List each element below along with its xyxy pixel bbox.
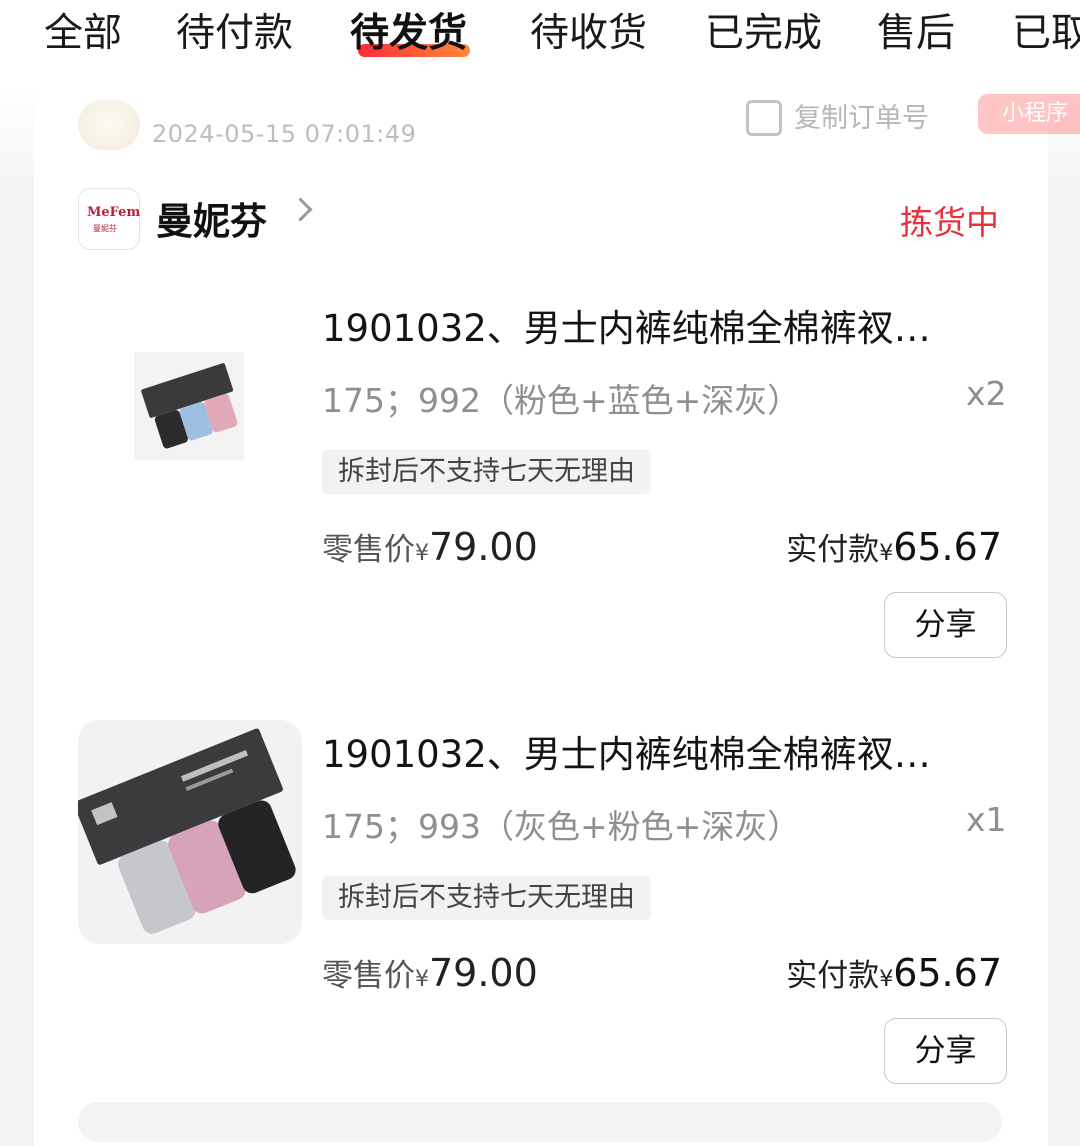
product-quantity: x2 bbox=[966, 374, 1007, 413]
shop-logo-text: MeFem bbox=[87, 205, 141, 220]
product-image[interactable] bbox=[78, 720, 302, 944]
currency-symbol: ¥ bbox=[879, 967, 894, 992]
order-meta-row: 2024-05-15 07:01:49 复制订单号 小程序 bbox=[78, 94, 1080, 154]
retail-price: 零售价¥79.00 bbox=[322, 524, 538, 569]
currency-symbol: ¥ bbox=[415, 541, 429, 566]
return-policy-tag: 拆封后不支持七天无理由 bbox=[322, 450, 651, 494]
currency-symbol: ¥ bbox=[879, 541, 894, 566]
product-spec: 175；992（粉色+蓝色+深灰） bbox=[322, 381, 801, 420]
order-status: 拣货中 bbox=[900, 203, 999, 242]
retail-price-label: 零售价 bbox=[322, 958, 415, 994]
tab-cancelled[interactable]: 已取 bbox=[1012, 8, 1080, 60]
tab-pending-shipment[interactable]: 待发货 bbox=[350, 8, 467, 60]
product-spec: 175；993（灰色+粉色+深灰） bbox=[322, 807, 801, 846]
product-image[interactable] bbox=[134, 352, 244, 460]
copy-order-number-button[interactable]: 复制订单号 bbox=[794, 96, 929, 135]
tab-completed[interactable]: 已完成 bbox=[705, 8, 822, 60]
paid-amount: 实付款¥65.67 bbox=[786, 950, 1002, 995]
retail-price: 零售价¥79.00 bbox=[322, 950, 538, 995]
shop-name-link[interactable]: 曼妮芬 bbox=[156, 191, 267, 245]
paid-amount-label: 实付款 bbox=[786, 958, 880, 994]
shop-logo-subtext: 曼妮芬 bbox=[93, 224, 117, 233]
buyer-avatar bbox=[78, 100, 140, 150]
tab-all[interactable]: 全部 bbox=[44, 8, 122, 60]
product-title[interactable]: 1901032、男士内裤纯棉全棉裤衩… bbox=[322, 724, 972, 778]
order-tabs: 全部 待付款 待发货 待收货 已完成 售后 已取 bbox=[0, 0, 1080, 86]
copy-icon bbox=[746, 100, 782, 136]
source-badge: 小程序 bbox=[978, 94, 1080, 134]
order-item[interactable]: 1901032、男士内裤纯棉全棉裤衩… 175；992（粉色+蓝色+深灰） x2… bbox=[0, 298, 1080, 698]
product-title[interactable]: 1901032、男士内裤纯棉全棉裤衩… bbox=[322, 298, 972, 352]
share-button[interactable]: 分享 bbox=[884, 1018, 1007, 1084]
return-policy-tag: 拆封后不支持七天无理由 bbox=[322, 876, 651, 920]
share-button[interactable]: 分享 bbox=[884, 592, 1007, 658]
retail-price-value: 79.00 bbox=[429, 951, 538, 995]
tab-pending-payment[interactable]: 待付款 bbox=[176, 8, 293, 60]
tab-after-sales[interactable]: 售后 bbox=[877, 8, 955, 60]
tab-pending-receipt[interactable]: 待收货 bbox=[530, 8, 647, 60]
paid-amount-label: 实付款 bbox=[786, 532, 880, 568]
retail-price-label: 零售价 bbox=[322, 532, 415, 568]
order-footer-bar bbox=[78, 1102, 1002, 1142]
order-item[interactable]: 1901032、男士内裤纯棉全棉裤衩… 175；993（灰色+粉色+深灰） x1… bbox=[0, 720, 1080, 1124]
order-time: 2024-05-15 07:01:49 bbox=[152, 120, 417, 148]
product-quantity: x1 bbox=[966, 800, 1007, 839]
shop-logo[interactable]: MeFem 曼妮芬 bbox=[78, 188, 140, 250]
currency-symbol: ¥ bbox=[415, 967, 429, 992]
paid-amount-value: 65.67 bbox=[893, 951, 1002, 995]
retail-price-value: 79.00 bbox=[429, 525, 538, 569]
paid-amount: 实付款¥65.67 bbox=[786, 524, 1002, 569]
paid-amount-value: 65.67 bbox=[893, 525, 1002, 569]
